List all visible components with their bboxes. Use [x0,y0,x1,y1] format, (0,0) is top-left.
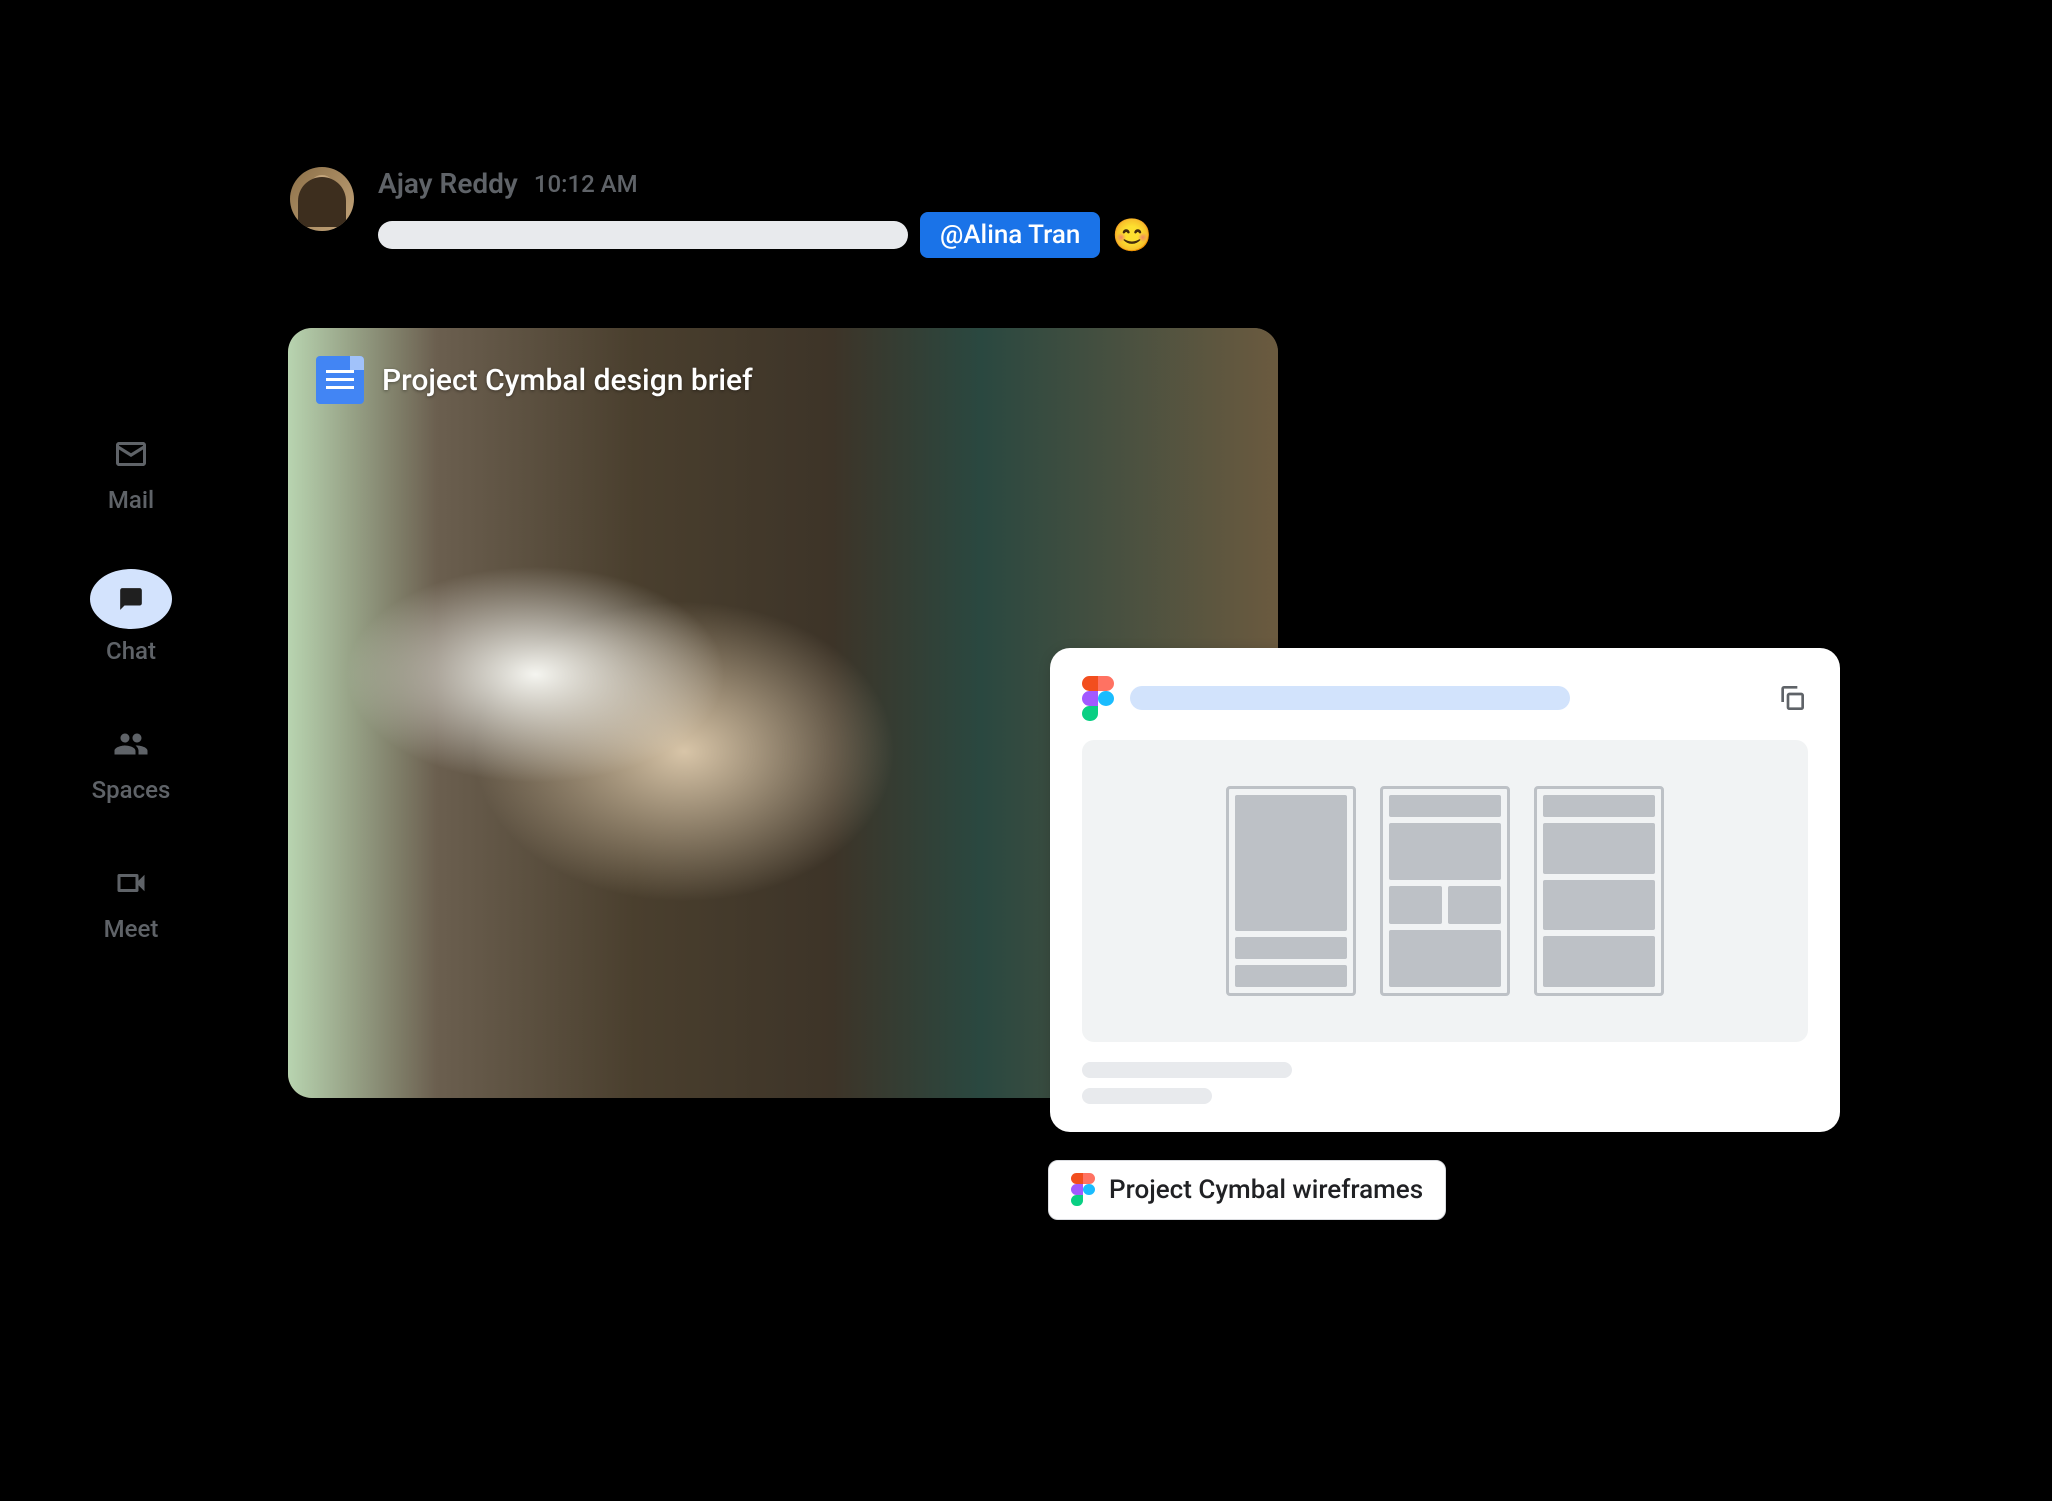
spaces-icon [107,720,155,768]
nav-item-meet[interactable]: Meet [104,859,159,943]
message-body: @Alina Tran 😊 [378,212,1152,258]
google-docs-icon [316,356,364,404]
text-placeholder [378,221,908,249]
wireframe-mockup [1226,786,1356,996]
doc-overlay: Project Cymbal design brief [316,356,753,404]
message-timestamp: 10:12 AM [534,170,638,198]
figma-icon [1082,676,1114,720]
wireframe-mockup [1534,786,1664,996]
mail-icon [107,430,155,478]
chip-label: Project Cymbal wireframes [1109,1175,1423,1205]
figma-icon [1071,1173,1095,1207]
chat-icon [90,569,172,629]
text-placeholder [1082,1062,1292,1078]
figma-attachment-chip[interactable]: Project Cymbal wireframes [1048,1160,1446,1220]
message-content: Ajay Reddy 10:12 AM @Alina Tran 😊 [378,167,1152,258]
figma-card-header [1082,676,1808,720]
nav-item-spaces[interactable]: Spaces [92,720,171,804]
sender-avatar[interactable] [290,167,354,231]
figma-canvas-preview [1082,740,1808,1042]
meet-icon [107,859,155,907]
text-placeholder [1082,1088,1212,1104]
doc-title: Project Cymbal design brief [382,363,753,398]
chat-message: Ajay Reddy 10:12 AM @Alina Tran 😊 [290,167,1152,258]
figma-card-footer [1082,1062,1808,1104]
emoji-reaction: 😊 [1112,216,1152,254]
app-sidebar: Mail Chat Spaces Meet [90,430,172,943]
message-meta: Ajay Reddy 10:12 AM [378,167,1152,200]
sender-name: Ajay Reddy [378,167,518,200]
nav-item-mail[interactable]: Mail [107,430,155,514]
nav-label: Mail [108,486,154,514]
wireframe-mockup [1380,786,1510,996]
figma-title-placeholder [1130,686,1570,710]
nav-label: Meet [104,915,159,943]
figma-preview-card[interactable] [1050,648,1840,1132]
copy-icon[interactable] [1776,682,1808,714]
nav-label: Spaces [92,776,171,804]
mention-chip[interactable]: @Alina Tran [920,212,1100,258]
nav-item-chat[interactable]: Chat [90,569,172,665]
nav-label: Chat [106,637,156,665]
